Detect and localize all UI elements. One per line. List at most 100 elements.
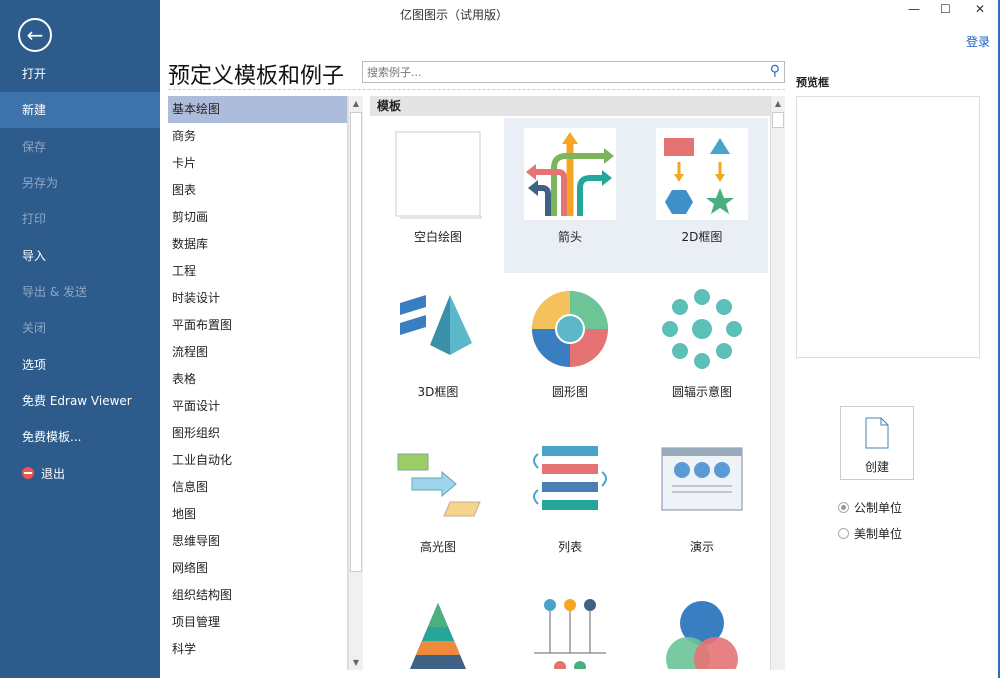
category-item[interactable]: 平面布置图 [168,312,347,339]
template-item[interactable]: 演示 [636,428,768,583]
sidebar-item[interactable]: 新建 [0,92,160,128]
category-item[interactable]: 卡片 [168,150,347,177]
scroll-thumb[interactable] [772,112,784,128]
sidebar-item[interactable]: 选项 [0,347,160,383]
preview-label: 预览框 [796,74,829,90]
radio-us[interactable]: 美制单位 [838,525,902,542]
category-item[interactable]: 表格 [168,366,347,393]
search-input[interactable] [363,62,753,82]
template-label: 箭头 [504,228,636,245]
template-item[interactable]: 列表 [504,428,636,583]
scroll-down-icon[interactable]: ▼ [349,655,363,670]
create-button[interactable]: 创建 [840,406,914,480]
document-icon [864,417,890,449]
divider [168,89,785,90]
radio-label: 美制单位 [854,527,902,541]
category-item[interactable]: 数据库 [168,231,347,258]
category-item[interactable]: 工业自动化 [168,447,347,474]
template-thumbnail-icon [656,283,748,375]
template-thumbnail-icon [524,283,616,375]
radio-icon [838,528,849,539]
sidebar-item-label: 选项 [22,358,46,372]
template-label: 圆辐示意图 [636,383,768,400]
search-box[interactable]: ⚲ [362,61,785,83]
sidebar-item-label: 退出 [41,467,65,481]
template-thumbnail-icon [392,593,484,669]
category-item[interactable]: 流程图 [168,339,347,366]
sidebar-item[interactable]: 免费 Edraw Viewer [0,383,160,419]
sidebar-item[interactable]: 打印 [0,201,160,237]
template-item[interactable] [504,583,636,669]
template-item[interactable]: 2D框图 [636,118,768,273]
template-item[interactable]: 圆辐示意图 [636,273,768,428]
sidebar-item[interactable]: 关闭 [0,310,160,346]
category-list: 基本绘图商务卡片图表剪切画数据库工程时装设计平面布置图流程图表格平面设计图形组织… [168,96,348,670]
template-thumbnail-icon [524,128,616,220]
scroll-thumb[interactable] [350,112,362,572]
template-thumbnail-icon [392,283,484,375]
template-thumbnail-icon [392,438,484,530]
template-thumbnail-icon [392,128,484,220]
template-item[interactable]: 圆形图 [504,273,636,428]
radio-icon [838,502,849,513]
sidebar-item-label: 导出 & 发送 [22,285,87,299]
sidebar-item[interactable]: 导入 [0,238,160,274]
sidebar-item-label: 免费 Edraw Viewer [22,394,132,408]
sidebar-item-label: 免费模板... [22,430,81,444]
category-item[interactable]: 剪切画 [168,204,347,231]
sidebar-item[interactable]: 打开 [0,56,160,92]
template-thumbnail-icon [656,128,748,220]
sidebar-item-label: 关闭 [22,321,46,335]
category-item[interactable]: 时装设计 [168,285,347,312]
category-scrollbar[interactable]: ▲ ▼ [348,96,363,670]
arrow-left-icon: ← [27,23,44,47]
category-item[interactable]: 图形组织 [168,420,347,447]
template-thumbnail-icon [524,593,616,669]
sidebar-item-label: 导入 [22,249,46,263]
template-thumbnail-icon [524,438,616,530]
category-item[interactable]: 网络图 [168,555,347,582]
category-item[interactable]: 商务 [168,123,347,150]
category-item[interactable]: 地图 [168,501,347,528]
close-button[interactable]: ✕ [975,2,985,16]
category-item[interactable]: 组织结构图 [168,582,347,609]
template-item[interactable] [372,583,504,669]
category-item[interactable]: 图表 [168,177,347,204]
category-item[interactable]: 科学 [168,636,347,663]
sidebar-item[interactable]: 免费模板... [0,419,160,455]
category-item[interactable]: 工程 [168,258,347,285]
sidebar-item-label: 另存为 [22,176,58,190]
sidebar-item[interactable]: 导出 & 发送 [0,274,160,310]
sidebar-item[interactable]: 退出 [0,456,160,492]
maximize-button[interactable]: ☐ [940,2,951,16]
login-link[interactable]: 登录 [966,33,990,50]
scroll-up-icon[interactable]: ▲ [771,96,785,111]
template-item[interactable] [636,583,768,669]
back-button[interactable]: ← [18,18,52,52]
sidebar-item[interactable]: 另存为 [0,165,160,201]
create-label: 创建 [841,458,913,475]
category-item[interactable]: 基本绘图 [168,96,347,123]
template-header: 模板 [370,96,770,116]
template-label: 2D框图 [636,228,768,245]
template-item[interactable]: 3D框图 [372,273,504,428]
template-label: 3D框图 [372,383,504,400]
template-scrollbar[interactable]: ▲ [770,96,785,670]
radio-metric[interactable]: 公制单位 [838,499,902,516]
category-item[interactable]: 信息图 [168,474,347,501]
sidebar-item[interactable]: 保存 [0,129,160,165]
category-item[interactable]: 平面设计 [168,393,347,420]
scroll-up-icon[interactable]: ▲ [349,96,363,111]
template-thumbnail-icon [656,438,748,530]
window-title: 亿图图示（试用版） [400,6,508,23]
template-item[interactable]: 箭头 [504,118,636,273]
search-icon[interactable]: ⚲ [770,63,780,79]
category-item[interactable]: 思维导图 [168,528,347,555]
template-item[interactable]: 高光图 [372,428,504,583]
sidebar-item-label: 新建 [22,103,46,117]
category-item[interactable]: 项目管理 [168,609,347,636]
template-item[interactable]: 空白绘图 [372,118,504,273]
exit-icon [22,467,34,479]
preview-box [796,96,980,358]
minimize-button[interactable]: — [908,2,920,16]
